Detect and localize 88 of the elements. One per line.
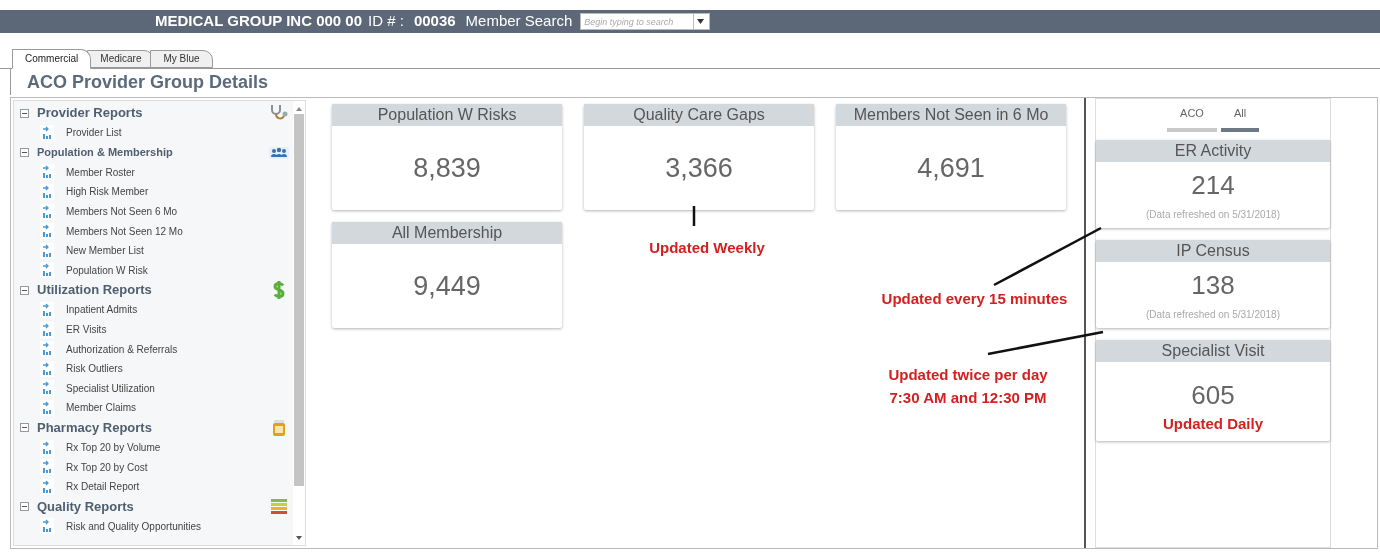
metric-card[interactable]: Quality Care Gaps 3,366 xyxy=(584,104,815,210)
report-icon xyxy=(40,164,54,181)
report-link[interactable]: High Risk Member xyxy=(66,184,149,200)
report-icon xyxy=(40,184,54,200)
report-icon xyxy=(40,321,54,338)
metric-value: 4,691 xyxy=(917,151,985,185)
metric-value: 138 xyxy=(1191,268,1235,302)
card-title: IP Census xyxy=(1096,239,1330,262)
search-label: Member Search xyxy=(465,11,573,32)
annotation-text: Updated every 15 minutes xyxy=(881,289,1068,309)
report-link[interactable]: Rx Top 20 by Volume xyxy=(66,440,161,455)
report-icon xyxy=(40,242,54,259)
scroll-down-icon[interactable] xyxy=(296,536,303,540)
tab[interactable]: Commercial xyxy=(12,49,92,69)
report-icon xyxy=(40,439,54,456)
report-link[interactable]: New Member List xyxy=(66,243,144,259)
section-heading[interactable]: Population & Membership xyxy=(37,144,269,161)
report-link[interactable]: Member Claims xyxy=(66,400,136,416)
collapse-icon[interactable] xyxy=(20,423,29,433)
card-title: ER Activity xyxy=(1096,139,1330,162)
card-title: Specialist Visit xyxy=(1096,339,1330,362)
report-link[interactable]: Risk Outliers xyxy=(66,361,123,377)
card-title: All Membership xyxy=(332,222,563,244)
level-bars-icon xyxy=(269,496,289,517)
report-icon xyxy=(40,459,54,476)
metric-value: 214 xyxy=(1191,168,1235,202)
collapse-icon[interactable] xyxy=(20,108,29,118)
refresh-note: (Data refreshed on 5/31/2018) xyxy=(1146,307,1280,322)
member-search-field[interactable]: Begin typing to search xyxy=(580,13,711,30)
id-label: ID # : xyxy=(368,11,404,32)
section-heading[interactable]: Quality Reports xyxy=(37,496,269,517)
card-title: Members Not Seen in 6 Mo xyxy=(836,104,1067,126)
scrollbar[interactable] xyxy=(293,101,306,545)
report-link[interactable]: Specialist Utilization xyxy=(66,380,155,396)
section-heading[interactable]: Provider Reports xyxy=(37,103,269,123)
activity-card[interactable]: Specialist Visit 605 Updated Daily xyxy=(1096,339,1330,441)
report-icon xyxy=(40,124,54,141)
activity-card[interactable]: IP Census 138 (Data refreshed on 5/31/2018) xyxy=(1096,239,1330,328)
refresh-note: (Data refreshed on 5/31/2018) xyxy=(1146,207,1280,222)
report-icon xyxy=(40,301,54,318)
report-icon xyxy=(40,341,54,358)
annotation-text: Updated Weekly xyxy=(649,238,765,258)
scrollbar-thumb[interactable] xyxy=(294,114,305,486)
section-heading[interactable]: Utilization Reports xyxy=(37,280,269,300)
leader-line xyxy=(692,206,696,226)
report-link[interactable]: Rx Top 20 by Cost xyxy=(66,459,148,475)
card-title: Population W Risks xyxy=(332,104,563,126)
report-link[interactable]: Member Roster xyxy=(66,164,135,180)
report-link[interactable]: Authorization & Referrals xyxy=(66,341,178,357)
activity-card[interactable]: ER Activity 214 (Data refreshed on 5/31/2018) xyxy=(1096,139,1330,228)
scroll-up-icon[interactable] xyxy=(296,107,303,111)
metric-value: 9,449 xyxy=(413,269,481,303)
collapse-icon[interactable] xyxy=(20,502,29,511)
report-link[interactable]: Members Not Seen 12 Mo xyxy=(66,223,183,239)
metric-value: 605 xyxy=(1191,378,1235,412)
report-link[interactable]: ER Visits xyxy=(66,322,107,338)
report-link[interactable]: Provider List xyxy=(66,125,122,141)
annotation-text: Updated twice per day xyxy=(888,365,1048,385)
card-title: Quality Care Gaps xyxy=(584,104,815,126)
report-link[interactable]: Members Not Seen 6 Mo xyxy=(66,204,178,220)
annotation-text: 7:30 AM and 12:30 PM xyxy=(889,388,1047,408)
report-link[interactable]: Population W Risk xyxy=(66,262,148,278)
collapse-icon[interactable] xyxy=(20,285,29,295)
metric-card[interactable]: Members Not Seen in 6 Mo 4,691 xyxy=(836,104,1067,210)
collapse-icon[interactable] xyxy=(20,148,29,158)
report-icon xyxy=(40,478,54,495)
company-name: MEDICAL GROUP INC 000 00 xyxy=(155,11,362,32)
metric-value: 8,839 xyxy=(413,151,481,185)
report-link[interactable]: Risk and Quality Opportunities xyxy=(66,518,202,534)
report-icon xyxy=(40,262,54,279)
metric-card[interactable]: All Membership 9,449 xyxy=(332,222,563,328)
annotation-text: Updated Daily xyxy=(1163,413,1263,434)
report-icon xyxy=(40,360,54,377)
report-link[interactable]: Rx Detail Report xyxy=(66,479,140,495)
id-value: 00036 xyxy=(413,11,456,32)
report-icon xyxy=(40,399,54,416)
section-heading[interactable]: Pharmacy Reports xyxy=(37,417,269,438)
metric-value: 3,366 xyxy=(665,151,733,185)
report-icon xyxy=(40,223,54,240)
report-icon xyxy=(40,203,54,220)
report-icon xyxy=(40,380,54,397)
report-link[interactable]: Inpatient Admits xyxy=(66,302,138,318)
tab[interactable]: My Blue xyxy=(150,50,213,68)
report-icon xyxy=(40,518,54,535)
page-title: ACO Provider Group Details xyxy=(10,69,1380,95)
scope-tab[interactable]: ACO xyxy=(1167,105,1217,132)
metric-card[interactable]: Population W Risks 8,839 xyxy=(332,104,563,210)
scope-tab[interactable]: All xyxy=(1221,105,1259,132)
